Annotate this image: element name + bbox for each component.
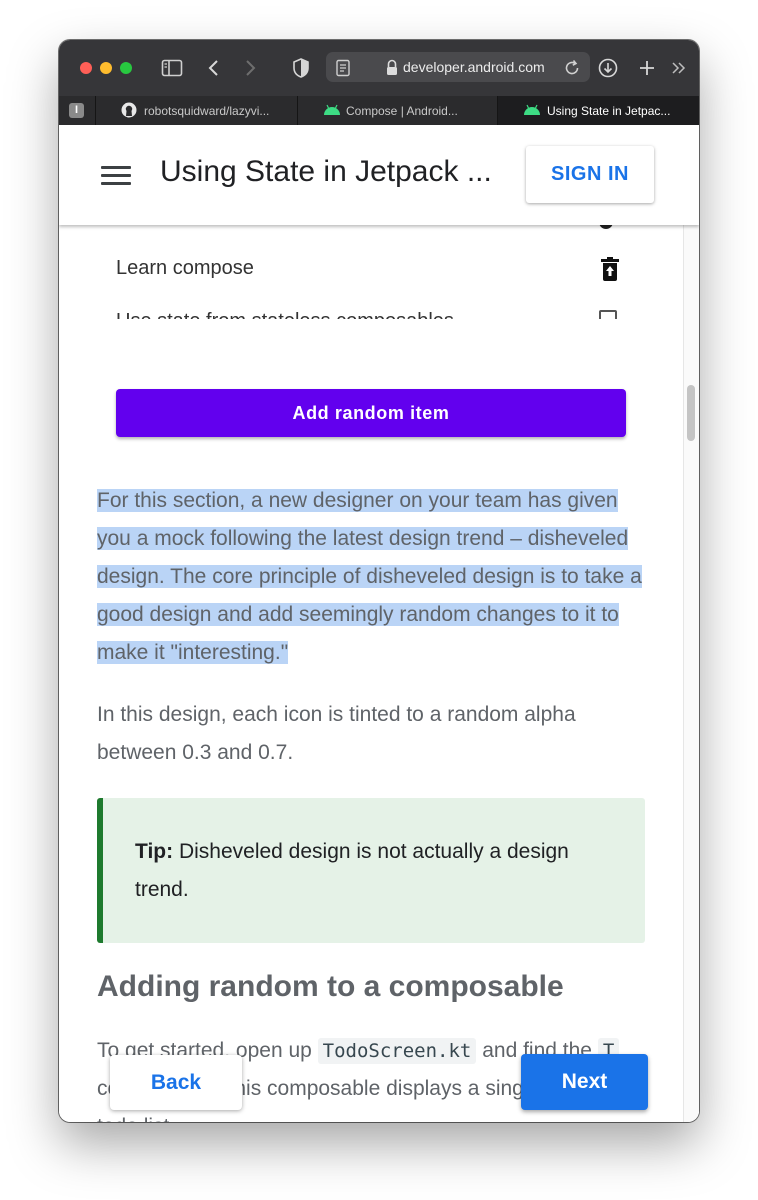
tab-compose[interactable]: Compose | Android... bbox=[298, 96, 498, 125]
tip-body: Disheveled design is not actually a desi… bbox=[135, 840, 569, 901]
section-heading: Adding random to a composable bbox=[97, 970, 564, 1003]
next-button[interactable]: Next bbox=[521, 1054, 648, 1110]
back-button[interactable]: Back bbox=[110, 1055, 242, 1110]
more-chevrons-icon[interactable] bbox=[668, 57, 690, 79]
delete-icon bbox=[600, 257, 620, 281]
tab-label: Using State in Jetpac... bbox=[547, 104, 671, 118]
add-random-item-button: Add random item bbox=[116, 389, 626, 437]
mock-item-label: Use state from stateless composables bbox=[116, 310, 454, 319]
highlighted-paragraph: For this section, a new designer on your… bbox=[97, 482, 647, 672]
android-icon bbox=[523, 104, 541, 116]
tab-github[interactable]: robotsquidward/lazyvi... bbox=[96, 96, 298, 125]
scrollbar-track[interactable] bbox=[683, 225, 699, 1122]
sign-in-button[interactable]: SIGN IN bbox=[526, 146, 654, 203]
close-window-button[interactable] bbox=[80, 62, 92, 74]
lock-icon bbox=[384, 58, 400, 78]
back-arrow-icon[interactable] bbox=[203, 57, 225, 79]
body-paragraph: In this design, each icon is tinted to a… bbox=[97, 703, 576, 764]
checkbox-icon bbox=[599, 310, 617, 319]
mock-item-label: Learn compose bbox=[116, 257, 254, 279]
web-page: Using State in Jetpack ... SIGN IN Learn… bbox=[59, 125, 699, 1122]
zoom-window-button[interactable] bbox=[120, 62, 132, 74]
pinned-tab-favicon: I bbox=[69, 103, 84, 118]
browser-window: developer.android.com I robotsquidward/l… bbox=[59, 40, 699, 1122]
url-text: developer.android.com bbox=[403, 59, 545, 75]
minimize-window-button[interactable] bbox=[100, 62, 112, 74]
tip-callout: Tip: Disheveled design is not actually a… bbox=[97, 798, 645, 943]
tab-using-state[interactable]: Using State in Jetpac... bbox=[498, 96, 699, 125]
new-tab-plus-icon[interactable] bbox=[636, 57, 658, 79]
forward-arrow-icon[interactable] bbox=[239, 57, 261, 79]
tab-label: robotsquidward/lazyvi... bbox=[144, 104, 270, 118]
sidebar-icon[interactable] bbox=[161, 57, 183, 79]
privacy-shield-icon[interactable] bbox=[290, 57, 312, 79]
scrollbar-thumb[interactable] bbox=[687, 385, 695, 441]
app-mock-image: Learn compose Use state from stateless c… bbox=[59, 219, 679, 455]
tab-label: Compose | Android... bbox=[346, 104, 458, 118]
downloads-icon[interactable] bbox=[597, 57, 619, 79]
github-icon bbox=[121, 102, 137, 118]
page-title: Using State in Jetpack ... bbox=[160, 155, 492, 188]
reader-view-icon[interactable] bbox=[332, 57, 354, 79]
hamburger-menu-icon[interactable] bbox=[101, 166, 131, 186]
text-selection: For this section, a new designer on your… bbox=[97, 489, 642, 664]
reload-icon[interactable] bbox=[561, 57, 583, 79]
pinned-tab[interactable]: I bbox=[59, 96, 96, 125]
android-icon bbox=[323, 104, 341, 116]
tip-label: Tip: bbox=[135, 840, 174, 863]
code-filename: TodoScreen.kt bbox=[317, 1038, 477, 1064]
tip-text: Tip: Disheveled design is not actually a… bbox=[135, 833, 615, 909]
mock-clip: Use state from stateless composables bbox=[59, 301, 679, 319]
page-header: Using State in Jetpack ... SIGN IN bbox=[59, 125, 699, 225]
